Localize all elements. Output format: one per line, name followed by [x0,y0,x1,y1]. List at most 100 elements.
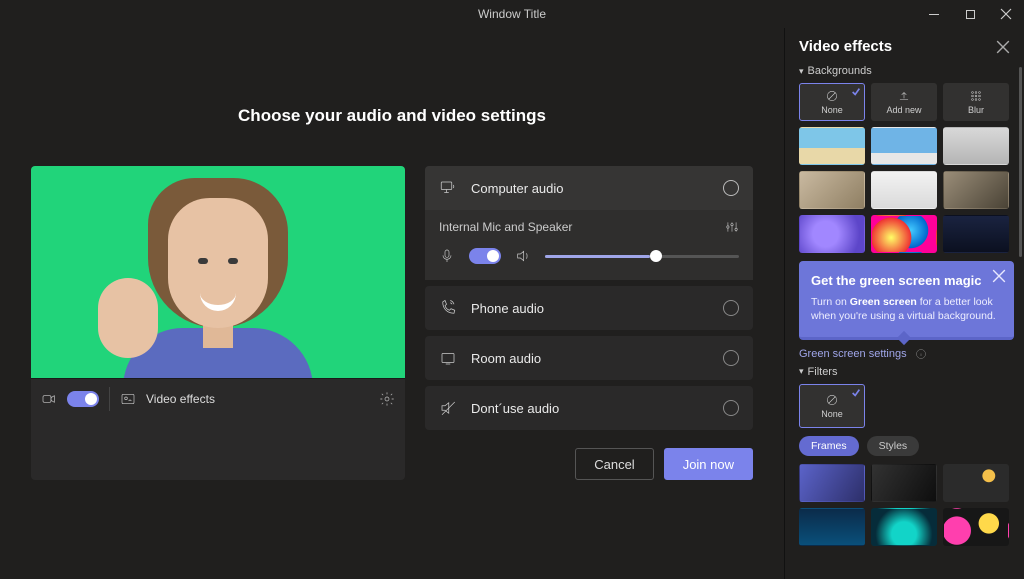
green-screen-tip: Get the green screen magic Turn on Green… [799,261,1014,340]
maximize-icon [966,10,975,19]
person-illustration [108,168,328,378]
frame-thumb[interactable] [871,464,937,502]
green-screen-row: Green screen settings [799,348,1014,360]
computer-audio-detail: Internal Mic and Speaker [425,210,753,280]
window-title: Window Title [478,7,546,21]
video-effects-icon [120,391,136,407]
mic-icon [439,248,455,264]
video-toolbar: Video effects [31,378,405,418]
no-audio-radio[interactable] [723,400,739,416]
video-preview-card: Video effects [31,166,405,480]
audio-device-label: Internal Mic and Speaker [439,220,572,234]
camera-icon [41,391,57,407]
camera-toggle[interactable] [67,391,99,407]
background-thumb[interactable] [943,171,1009,209]
title-bar: Window Title [0,0,1024,28]
background-thumb[interactable] [943,127,1009,165]
room-audio-label: Room audio [471,351,709,366]
no-audio-option[interactable]: Dont´use audio [425,386,753,430]
background-blur[interactable]: Blur [943,83,1009,121]
none-icon [825,393,839,407]
close-icon [1000,8,1012,20]
volume-slider[interactable] [545,255,739,258]
close-icon [992,269,1006,283]
tip-text: Turn on Green screen for a better look w… [811,295,1002,323]
minimize-button[interactable] [916,0,952,28]
audio-device-settings-button[interactable] [725,220,739,234]
scrollbar[interactable] [1019,67,1022,257]
audio-controls-row [439,248,739,264]
panel-title: Video effects [799,38,892,55]
blur-icon [969,89,983,103]
frame-thumb[interactable] [799,464,865,502]
filter-tabs: Frames Styles [799,436,1014,456]
check-icon [851,87,861,97]
background-thumb[interactable] [871,215,937,253]
video-preview [31,166,405,378]
mic-toggle[interactable] [469,248,501,264]
cancel-button[interactable]: Cancel [575,448,653,480]
tip-pointer [897,331,911,345]
minimize-icon [929,14,939,15]
video-effects-button[interactable]: Video effects [146,392,215,406]
settings-button[interactable] [379,391,395,407]
upload-icon [897,89,911,103]
background-add-new[interactable]: Add new [871,83,937,121]
action-row: Cancel Join now [425,448,753,480]
backgrounds-grid: None Add new Blur [799,83,1014,253]
computer-audio-label: Computer audio [471,181,709,196]
sliders-icon [725,220,739,234]
green-screen-settings-link[interactable]: Green screen settings [799,348,907,360]
background-thumb[interactable] [799,215,865,253]
join-now-button[interactable]: Join now [664,448,753,480]
tip-close-button[interactable] [992,269,1006,283]
filter-none[interactable]: None [799,384,865,428]
room-icon [439,349,457,367]
separator [109,387,110,411]
computer-audio-radio[interactable] [723,180,739,196]
frame-thumb[interactable] [943,508,1009,546]
video-effects-panel: Video effects Backgrounds None Add new B… [784,28,1024,579]
phone-audio-option[interactable]: Phone audio [425,286,753,330]
none-icon [825,89,839,103]
room-audio-option[interactable]: Room audio [425,336,753,380]
phone-icon [439,299,457,317]
gear-icon [379,391,395,407]
background-thumb[interactable] [799,127,865,165]
tab-frames[interactable]: Frames [799,436,859,456]
close-button[interactable] [988,0,1024,28]
background-thumb[interactable] [871,171,937,209]
room-audio-radio[interactable] [723,350,739,366]
window-controls [916,0,1024,28]
panel-scroll[interactable]: Backgrounds None Add new Blur [785,59,1024,579]
background-none[interactable]: None [799,83,865,121]
phone-audio-label: Phone audio [471,301,709,316]
phone-audio-radio[interactable] [723,300,739,316]
computer-audio-card: Computer audio Internal Mic and Speaker [425,166,753,280]
panel-close-button[interactable] [996,40,1010,54]
frame-thumb[interactable] [799,508,865,546]
close-icon [996,40,1010,54]
background-thumb[interactable] [799,171,865,209]
tab-styles[interactable]: Styles [867,436,920,456]
speaker-icon [515,248,531,264]
filters-row: None [799,384,1014,428]
settings-row: Video effects Computer audio Inter [31,166,753,480]
frame-thumb[interactable] [871,508,937,546]
prejoin-screen: Choose your audio and video settings [0,28,784,579]
no-audio-label: Dont´use audio [471,401,709,416]
page-heading: Choose your audio and video settings [238,106,546,126]
computer-audio-option[interactable]: Computer audio [425,166,753,210]
info-icon [915,348,927,360]
frames-grid [799,464,1014,546]
maximize-button[interactable] [952,0,988,28]
check-icon [851,388,861,398]
info-button[interactable] [915,348,927,360]
background-thumb[interactable] [871,127,937,165]
tip-title: Get the green screen magic [811,273,1002,289]
frame-thumb[interactable] [943,464,1009,502]
background-thumb[interactable] [943,215,1009,253]
backgrounds-section-header[interactable]: Backgrounds [799,65,1014,77]
audio-off-icon [439,399,457,417]
filters-section-header[interactable]: Filters [799,366,1014,378]
